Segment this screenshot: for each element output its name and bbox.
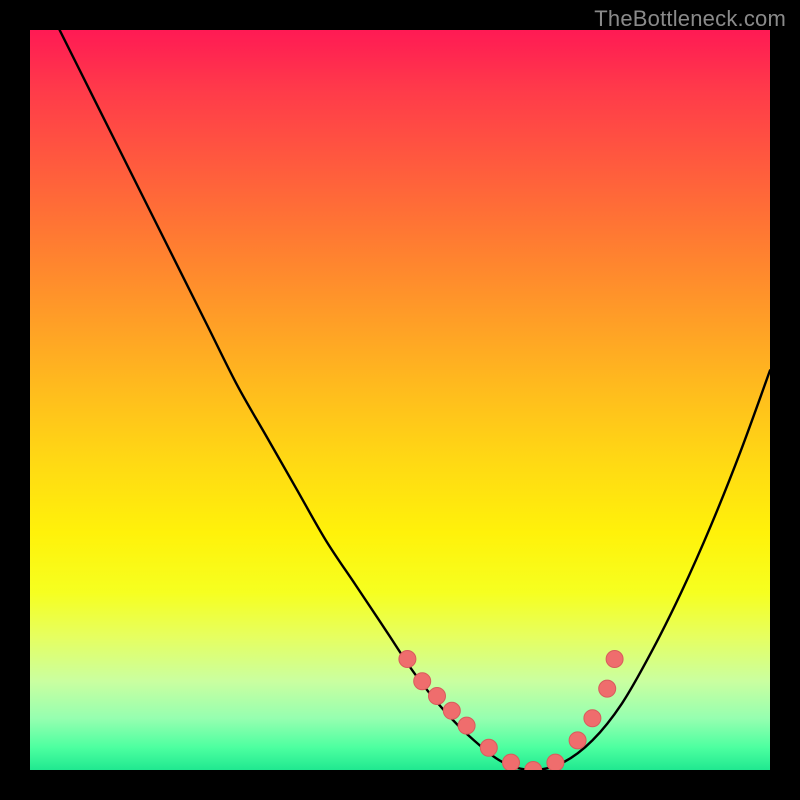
plot-area [30, 30, 770, 770]
chart-stage: TheBottleneck.com [0, 0, 800, 800]
plot-background-gradient [30, 30, 770, 770]
watermark-text: TheBottleneck.com [594, 6, 786, 32]
